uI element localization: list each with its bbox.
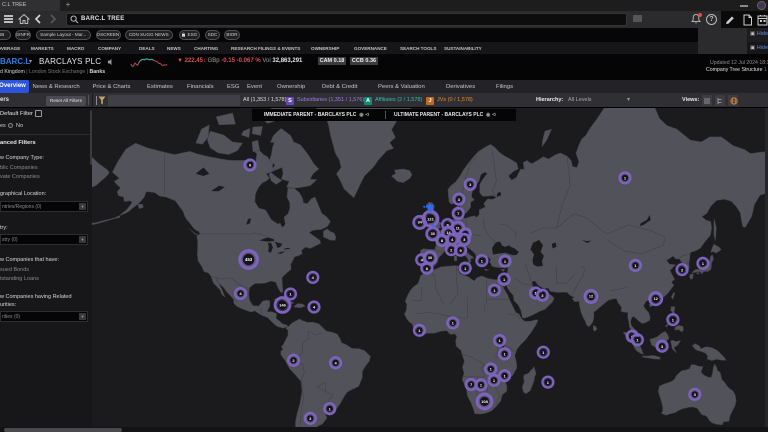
svg-text:11: 11 [456, 227, 460, 231]
svg-text:121: 121 [427, 216, 434, 221]
svg-text:453: 453 [245, 257, 253, 262]
svg-text:30: 30 [428, 256, 432, 260]
svg-text:146: 146 [279, 303, 286, 308]
svg-text:12: 12 [589, 295, 593, 299]
svg-text:30: 30 [431, 232, 435, 236]
svg-text:12: 12 [654, 297, 658, 301]
svg-text:108: 108 [481, 399, 488, 404]
